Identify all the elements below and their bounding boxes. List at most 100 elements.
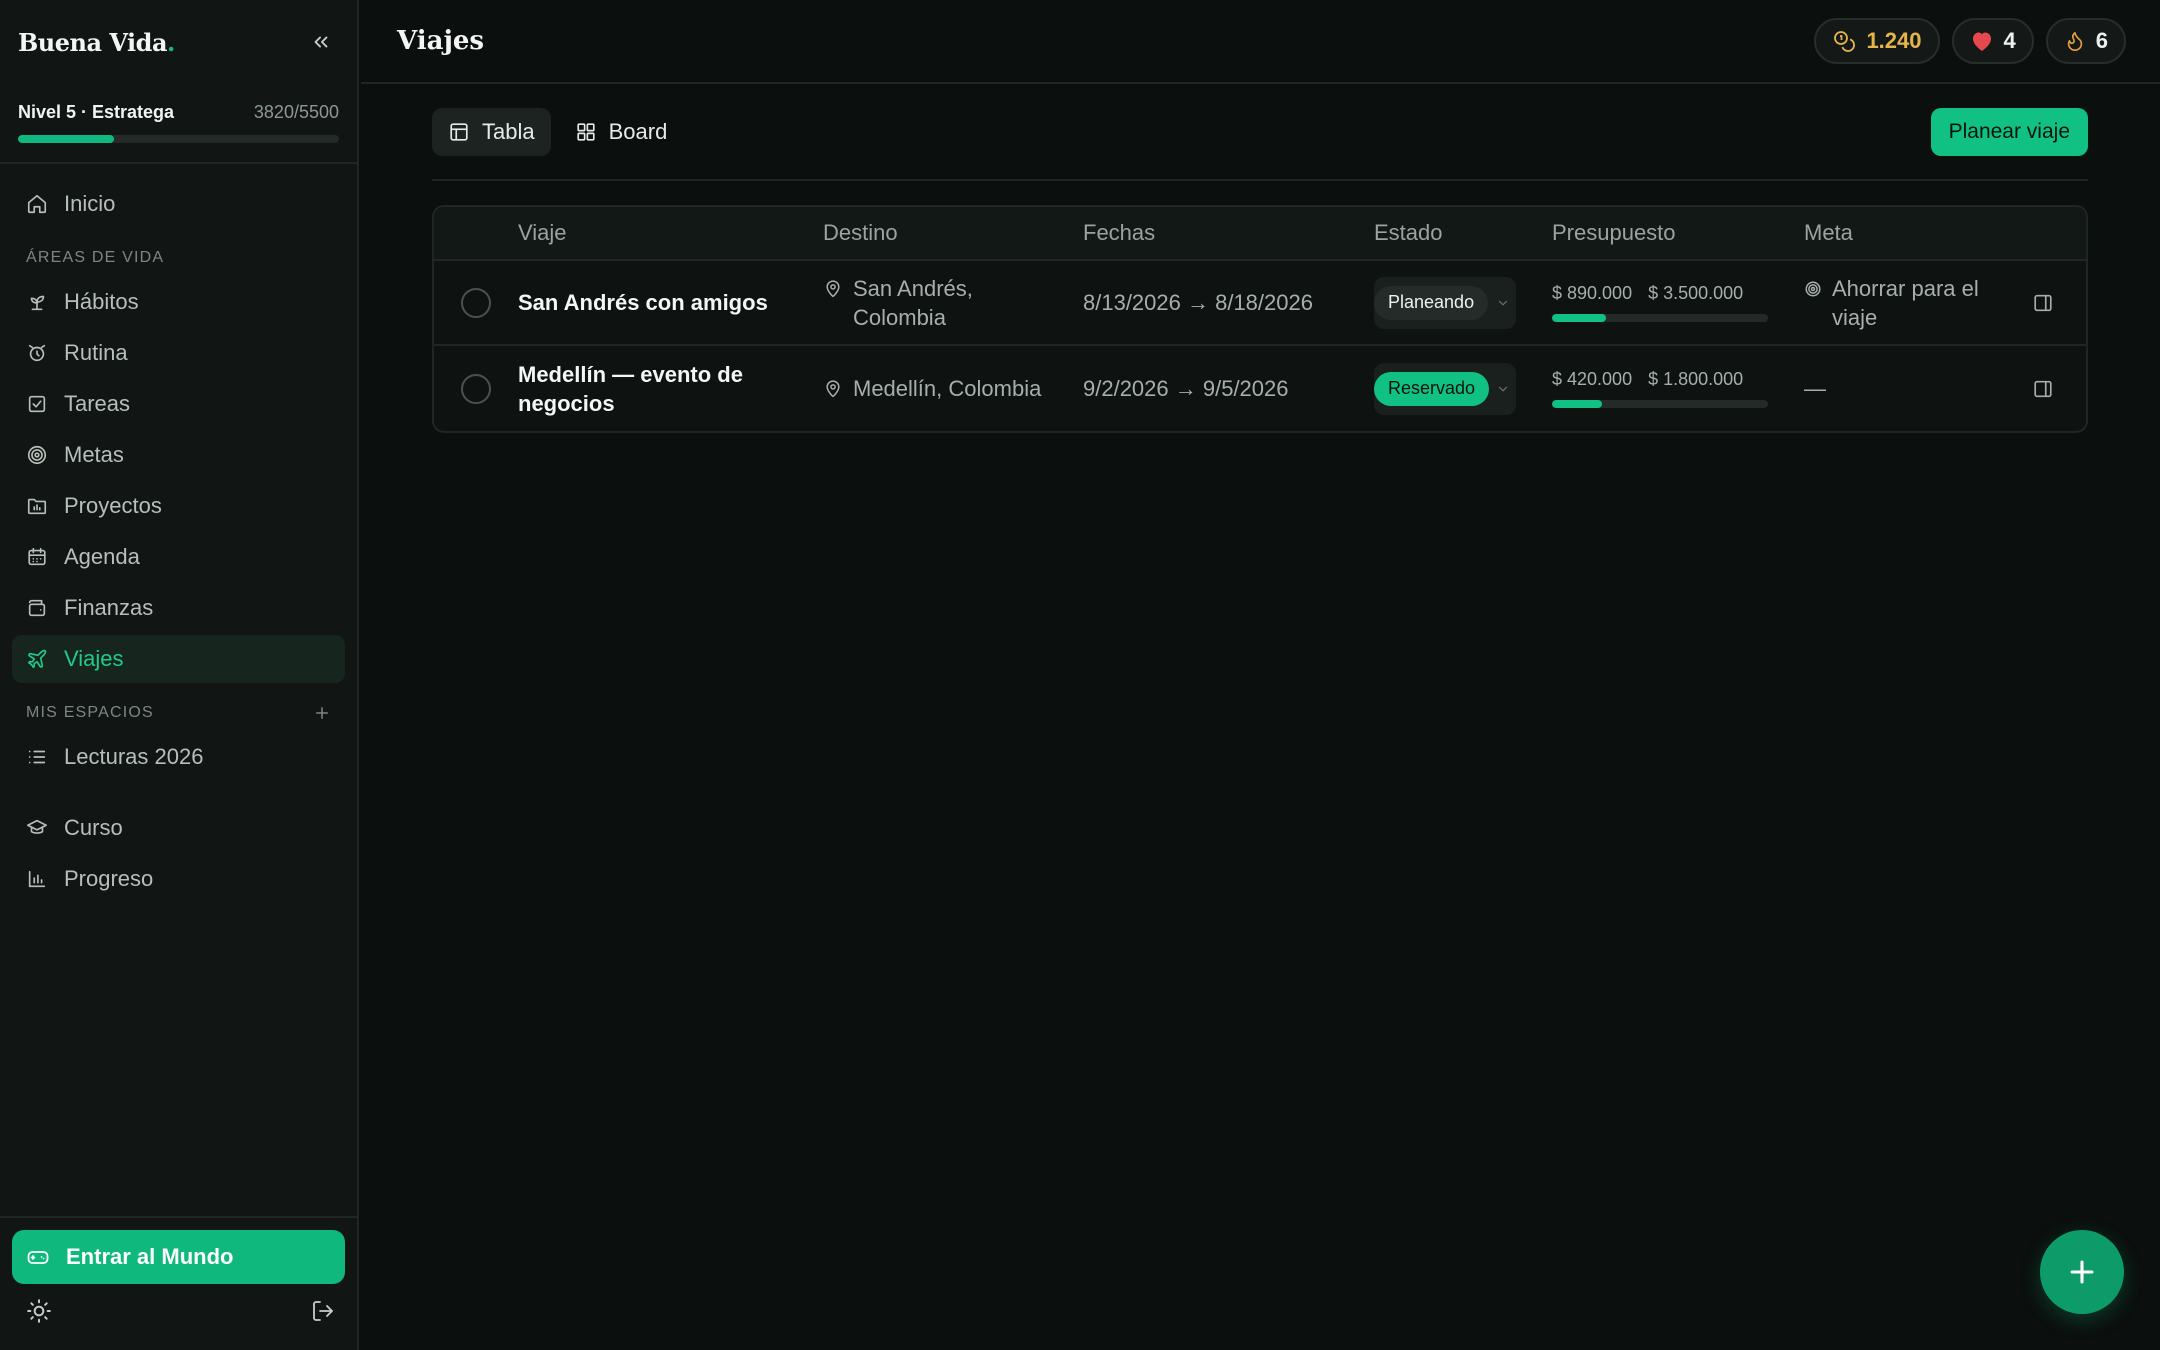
column-header-fechas[interactable]: Fechas	[1083, 220, 1374, 246]
destination-text: Medellín, Colombia	[853, 376, 1042, 401]
brand-name: Buena Vida	[18, 27, 168, 57]
section-areas-label: ÁREAS DE VIDA	[12, 238, 345, 278]
column-header-meta[interactable]: Meta	[1804, 220, 2032, 246]
add-fab-button[interactable]	[2040, 1230, 2124, 1314]
level-progress-bar	[18, 135, 339, 143]
sidebar-item-label: Inicio	[64, 191, 116, 216]
flame-icon	[2067, 31, 2082, 51]
stats-bar: 1.240 4 6	[1814, 18, 2126, 64]
budget-progress-fill	[1552, 314, 1606, 322]
table-header: Viaje Destino Fechas Estado Presupuesto …	[434, 207, 2086, 261]
sidebar-item-agenda[interactable]: Agenda	[12, 533, 345, 581]
column-header-viaje[interactable]: Viaje	[518, 220, 823, 246]
tab-tabla[interactable]: Tabla	[432, 107, 551, 156]
sidebar-item-label: Curso	[64, 815, 123, 840]
goal-text: Ahorrar para el viaje	[1832, 275, 1979, 330]
budget-cell: $ 420.000 $ 1.800.000	[1552, 369, 1804, 408]
sidebar-item-finanzas[interactable]: Finanzas	[12, 584, 345, 632]
sidebar-item-rutina[interactable]: Rutina	[12, 329, 345, 377]
sidebar-nav: Inicio ÁREAS DE VIDA Hábitos Rutina Tare…	[0, 164, 357, 903]
coins-badge[interactable]: 1.240	[1814, 18, 1940, 64]
level-progress-fill	[18, 135, 115, 143]
brand-dot: .	[167, 27, 175, 57]
sidebar-item-label: Lecturas 2026	[64, 744, 204, 769]
open-panel-icon[interactable]	[2032, 292, 2054, 314]
collapse-sidebar-button[interactable]	[303, 24, 339, 60]
budget-spent: $ 420.000	[1552, 369, 1633, 389]
plus-icon[interactable]	[313, 704, 331, 722]
sidebar-item-label: Tareas	[64, 391, 131, 416]
sidebar-item-label: Viajes	[64, 646, 124, 671]
status-select[interactable]: Reservado	[1374, 362, 1516, 415]
brand-logo[interactable]: Buena Vida.	[18, 28, 175, 57]
sidebar-item-progreso[interactable]: Progreso	[12, 855, 345, 903]
chevron-down-icon	[1498, 300, 1508, 306]
sidebar-item-proyectos[interactable]: Proyectos	[12, 482, 345, 530]
budget-progress-bar	[1552, 400, 1768, 408]
graduation-cap-icon	[27, 819, 47, 834]
sprout-icon	[30, 295, 45, 311]
open-panel-icon[interactable]	[2032, 378, 2054, 400]
sidebar-item-metas[interactable]: Metas	[12, 431, 345, 479]
sidebar-item-habitos[interactable]: Hábitos	[12, 278, 345, 326]
trip-name[interactable]: Medellín — evento de negocios	[518, 360, 823, 418]
hearts-value: 4	[2003, 28, 2016, 53]
trip-dates: 9/2/2026 → 9/5/2026	[1083, 375, 1289, 401]
sidebar-footer-icons	[12, 1284, 345, 1338]
sidebar-item-label: Hábitos	[64, 289, 139, 314]
sidebar-item-label: Rutina	[64, 340, 128, 365]
view-switcher: Tabla Board	[432, 107, 684, 156]
sidebar: Buena Vida. Nivel 5 · Estratega 3820/550…	[0, 0, 359, 1350]
gamepad-icon	[27, 1251, 49, 1264]
home-icon	[27, 194, 47, 214]
trip-goal[interactable]: Ahorrar para el viaje	[1804, 274, 2032, 332]
sidebar-item-lecturas-2026[interactable]: Lecturas 2026	[12, 733, 345, 781]
streak-value: 6	[2095, 28, 2108, 53]
target-icon	[1805, 281, 1821, 296]
sidebar-bottom: Entrar al Mundo	[0, 1216, 357, 1350]
wallet-icon	[28, 599, 46, 617]
chevron-down-icon	[1498, 386, 1508, 392]
plane-icon	[27, 649, 47, 669]
trip-destination: Medellín, Colombia	[823, 374, 1083, 403]
sidebar-item-curso[interactable]: Curso	[12, 804, 345, 852]
table-icon	[450, 122, 468, 141]
sidebar-item-viajes[interactable]: Viajes	[12, 635, 345, 683]
status-select[interactable]: Planeando	[1374, 276, 1516, 329]
table-row[interactable]: Medellín — evento de negocios Medellín, …	[434, 346, 2086, 431]
level-xp: 3820/5500	[253, 102, 339, 122]
sidebar-item-inicio[interactable]: Inicio	[12, 180, 345, 228]
map-pin-icon	[826, 279, 840, 297]
tab-board-label: Board	[608, 118, 668, 144]
row-complete-checkbox[interactable]	[461, 373, 491, 404]
list-icon	[28, 750, 46, 764]
sidebar-item-label: Agenda	[64, 544, 140, 569]
map-pin-icon	[826, 380, 840, 398]
row-complete-checkbox[interactable]	[461, 287, 491, 318]
tab-tabla-label: Tabla	[482, 118, 535, 144]
page-header: Viajes 1.240 4 6	[361, 0, 2160, 84]
streak-badge[interactable]: 6	[2045, 18, 2126, 64]
tab-board[interactable]: Board	[559, 108, 684, 156]
budget-progress-fill	[1552, 400, 1602, 408]
column-header-estado[interactable]: Estado	[1374, 220, 1552, 246]
level-label: Nivel 5 · Estratega	[18, 102, 175, 122]
budget-cell: $ 890.000 $ 3.500.000	[1552, 283, 1804, 322]
section-spaces-label: MIS ESPACIOS	[12, 693, 345, 733]
budget-total: $ 1.800.000	[1648, 369, 1744, 389]
plan-trip-button[interactable]: Planear viaje	[1930, 107, 2088, 156]
column-header-presupuesto[interactable]: Presupuesto	[1552, 220, 1804, 246]
sun-icon[interactable]	[26, 1298, 52, 1324]
enter-world-button[interactable]: Entrar al Mundo	[12, 1230, 345, 1284]
hearts-badge[interactable]: 4	[1951, 18, 2034, 64]
logout-icon[interactable]	[311, 1299, 335, 1323]
sidebar-item-tareas[interactable]: Tareas	[12, 380, 345, 428]
section-areas-text: ÁREAS DE VIDA	[26, 249, 165, 266]
trip-name[interactable]: San Andrés con amigos	[518, 288, 823, 317]
view-toolbar: Tabla Board Planear viaje	[432, 84, 2088, 181]
trip-destination: San Andrés, Colombia	[823, 274, 1083, 332]
grid-icon	[576, 122, 595, 141]
column-header-destino[interactable]: Destino	[823, 220, 1083, 246]
table-row[interactable]: San Andrés con amigos San Andrés, Colomb…	[434, 261, 2086, 346]
